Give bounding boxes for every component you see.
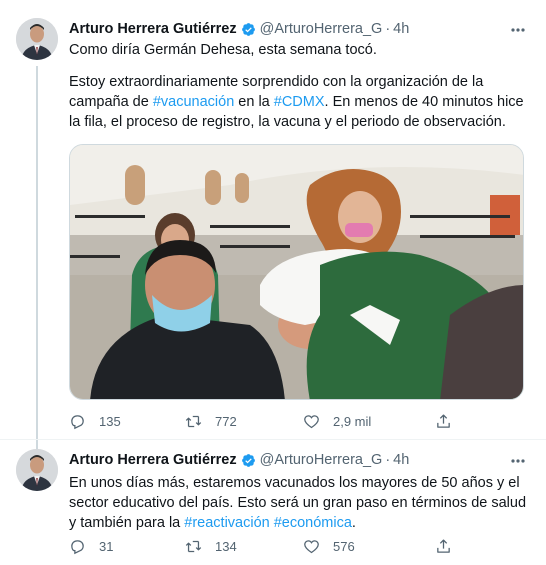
avatar[interactable] <box>16 449 58 491</box>
tweet-text: Estoy extraordinariamente sorprendido co… <box>69 72 531 132</box>
heart-icon <box>304 539 319 553</box>
thread-line <box>36 66 38 440</box>
tweet-text: Como diría Germán Dehesa, esta semana to… <box>69 40 531 60</box>
retweet-button[interactable]: 134 <box>185 536 237 556</box>
tweet[interactable]: Arturo Herrera Gutiérrez @ArturoHerrera_… <box>0 0 546 440</box>
hashtag-link[interactable]: #CDMX <box>274 94 325 110</box>
avatar[interactable] <box>16 18 58 60</box>
share-icon <box>437 413 450 428</box>
more-dots-icon[interactable] <box>508 20 528 40</box>
timestamp[interactable]: 4h <box>393 452 409 468</box>
author-handle[interactable]: @ArturoHerrera_G <box>260 21 383 37</box>
hashtag-link[interactable]: #económica <box>274 515 352 531</box>
hashtag-link[interactable]: #vacunación <box>153 94 234 110</box>
reply-count: 31 <box>99 538 114 554</box>
tweet-header: Arturo Herrera Gutiérrez @ArturoHerrera_… <box>69 19 409 39</box>
share-button[interactable] <box>435 536 465 556</box>
tweet-header: Arturo Herrera Gutiérrez @ArturoHerrera_… <box>69 450 409 470</box>
hashtag-link[interactable]: #reactivación <box>184 515 269 531</box>
reply-icon <box>71 539 84 554</box>
tweet-text-line: Como diría Germán Dehesa, esta semana to… <box>69 42 377 58</box>
like-button[interactable]: 576 <box>303 536 355 556</box>
separator: · <box>385 21 391 37</box>
reply-button[interactable]: 31 <box>69 536 113 556</box>
retweet-count: 134 <box>215 538 237 554</box>
tweet-text-segment: . <box>351 515 356 531</box>
like-count: 2,9 mil <box>333 413 372 429</box>
author-name[interactable]: Arturo Herrera Gutiérrez <box>69 452 237 468</box>
verified-badge-icon <box>241 22 256 37</box>
like-count: 576 <box>333 538 355 554</box>
tweet-photo[interactable] <box>69 144 524 400</box>
separator: · <box>385 452 391 468</box>
avatar-image <box>16 449 58 491</box>
thread-line <box>36 440 38 449</box>
tweet[interactable]: Arturo Herrera Gutiérrez @ArturoHerrera_… <box>0 440 546 565</box>
avatar-image <box>16 18 58 60</box>
author-name[interactable]: Arturo Herrera Gutiérrez <box>69 21 237 37</box>
retweet-count: 772 <box>215 413 237 429</box>
author-handle[interactable]: @ArturoHerrera_G <box>260 452 383 468</box>
share-icon <box>437 538 450 553</box>
verified-badge-icon <box>241 453 256 468</box>
more-dots-icon[interactable] <box>508 451 528 471</box>
tweet-text-segment: en la <box>234 94 274 110</box>
vaccination-photo <box>70 145 523 399</box>
tweet-text: En unos días más, estaremos vacunados lo… <box>69 473 531 533</box>
reply-count: 135 <box>99 413 121 429</box>
share-button[interactable] <box>435 411 465 431</box>
retweet-icon <box>185 540 202 552</box>
reply-icon <box>71 414 84 429</box>
like-button[interactable]: 2,9 mil <box>303 411 371 431</box>
reply-button[interactable]: 135 <box>69 411 121 431</box>
retweet-button[interactable]: 772 <box>185 411 237 431</box>
heart-icon <box>304 414 319 428</box>
retweet-icon <box>185 415 202 427</box>
timestamp[interactable]: 4h <box>393 21 409 37</box>
tweet-actions: 31 134 576 <box>69 536 489 556</box>
tweet-actions: 135 772 2,9 mil <box>69 411 489 431</box>
